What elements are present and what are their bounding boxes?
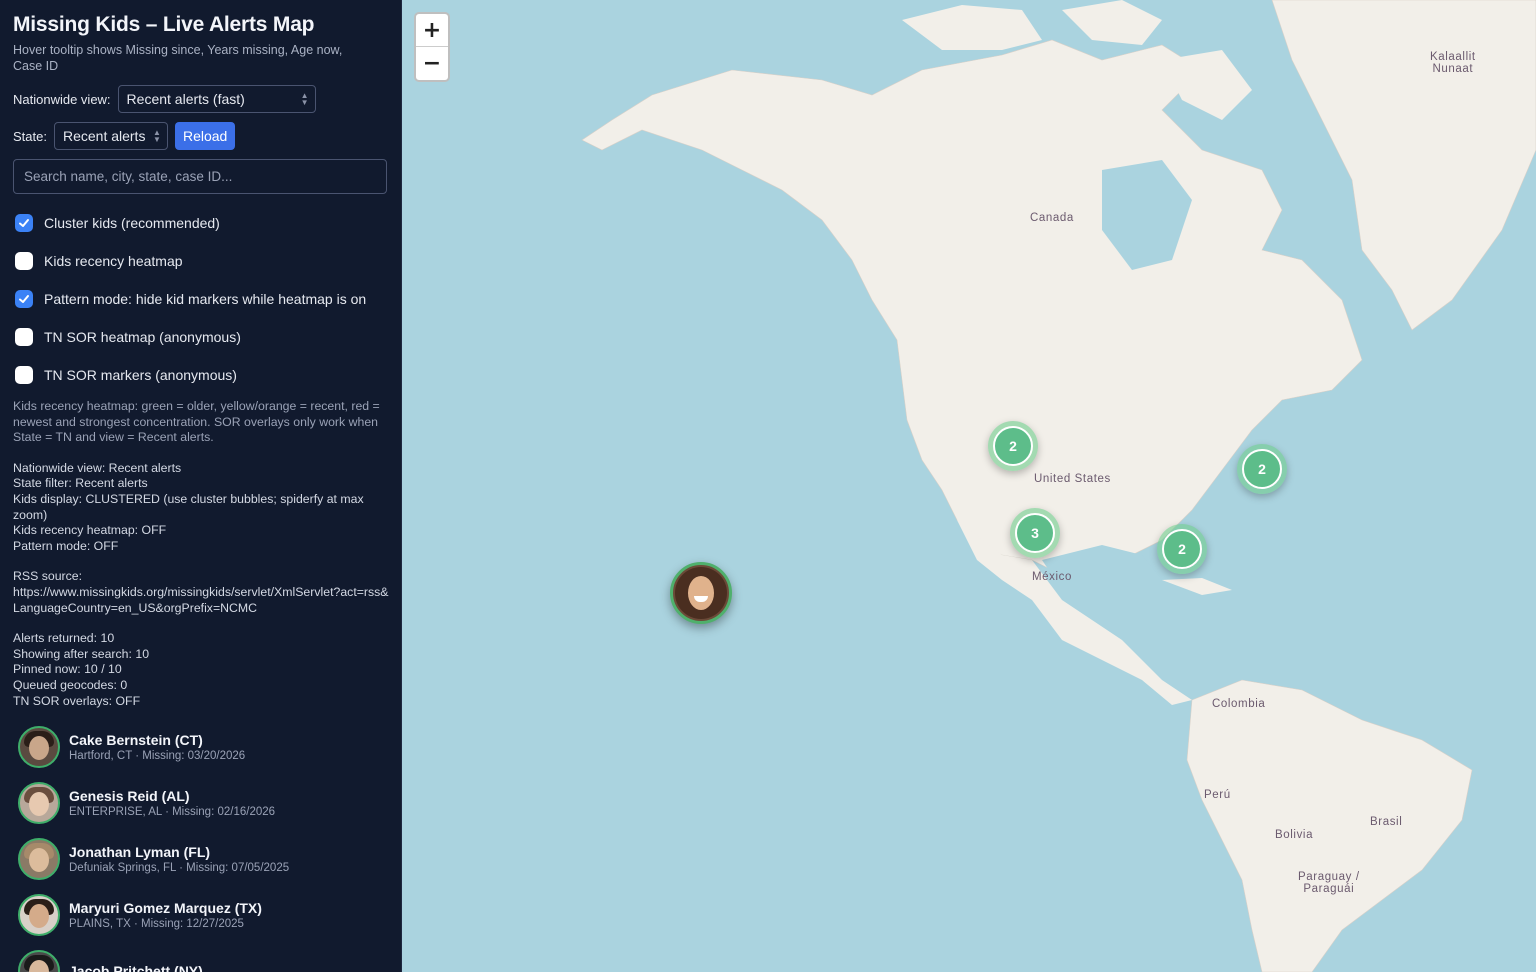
count-line: Showing after search: 10 (13, 646, 150, 661)
status-line: Pattern mode: OFF (13, 538, 119, 553)
kid-photo-marker[interactable] (670, 562, 732, 624)
photo-face (688, 576, 714, 610)
cluster-marker-east[interactable]: 2 (1237, 444, 1287, 494)
checkbox-label: TN SOR markers (anonymous) (44, 367, 237, 383)
list-item[interactable]: Jonathan Lyman (FL) Defuniak Springs, FL… (13, 831, 387, 887)
cluster-count: 3 (1015, 513, 1055, 553)
search-input[interactable] (13, 159, 387, 194)
checkbox-label: TN SOR heatmap (anonymous) (44, 329, 241, 345)
avatar (18, 950, 60, 972)
cluster-marker-mexico[interactable]: 3 (1010, 508, 1060, 558)
nationwide-label: Nationwide view: (13, 91, 111, 107)
status-line: Nationwide view: Recent alerts (13, 460, 182, 475)
cluster-marker-florida[interactable]: 2 (1157, 524, 1207, 574)
avatar (18, 838, 60, 881)
checkbox-unchecked-icon[interactable] (15, 328, 33, 346)
checkbox-label: Pattern mode: hide kid markers while hea… (44, 291, 367, 307)
kid-name: Jacob Pritchett (NY) (69, 962, 203, 972)
nationwide-select-value: Recent alerts (fast) (126, 91, 245, 107)
kid-name: Maryuri Gomez Marquez (TX) (69, 899, 262, 916)
checkbox-checked-icon[interactable] (15, 214, 33, 232)
kid-meta: Hartford, CT · Missing: 03/20/2026 (69, 749, 246, 762)
kid-name: Jonathan Lyman (FL) (69, 843, 211, 860)
map-label-canada: Canada (1030, 212, 1074, 224)
list-item[interactable]: Cake Bernstein (CT) Hartford, CT · Missi… (13, 719, 387, 775)
checkbox-cluster-kids[interactable]: Cluster kids (recommended) (13, 204, 387, 242)
cluster-count: 2 (1162, 529, 1202, 569)
avatar (18, 894, 60, 937)
nationwide-row: Nationwide view: Recent alerts (fast) ▲ ▼ (13, 85, 387, 113)
kid-name: Cake Bernstein (CT) (69, 731, 203, 748)
list-item[interactable]: Maryuri Gomez Marquez (TX) PLAINS, TX · … (13, 887, 387, 943)
page-title: Missing Kids – Live Alerts Map (13, 13, 315, 36)
status-line: Kids display: CLUSTERED (use cluster bub… (13, 491, 364, 522)
rss-label: RSS source: (13, 569, 83, 584)
map-label-peru: Perú (1204, 789, 1231, 801)
kid-meta: ENTERPRISE, AL · Missing: 02/16/2026 (69, 805, 276, 818)
map-label-paraguay: Paraguay / Paraguái (1298, 871, 1360, 895)
map-label-greenland: Kalaallit Nunaat (1430, 51, 1476, 75)
reload-button[interactable]: Reload (174, 122, 236, 150)
kid-meta: PLAINS, TX · Missing: 12/27/2025 (69, 917, 244, 930)
avatar (18, 726, 60, 769)
state-label: State: (13, 128, 47, 144)
zoom-control: + − (414, 12, 450, 82)
state-row: State: Recent alerts ▲ ▼ Reload (13, 122, 387, 150)
kid-meta: Defuniak Springs, FL · Missing: 07/05/20… (69, 861, 290, 874)
page-subtitle: Hover tooltip shows Missing since, Years… (13, 43, 343, 73)
cluster-count: 2 (993, 426, 1033, 466)
checkbox-kids-heatmap[interactable]: Kids recency heatmap (13, 242, 387, 280)
nationwide-select[interactable]: Recent alerts (fast) ▲ ▼ (117, 85, 316, 113)
list-item[interactable]: Jacob Pritchett (NY) (13, 943, 387, 972)
counts-block: Alerts returned: 10 Showing after search… (13, 631, 387, 709)
kid-name: Genesis Reid (AL) (69, 787, 190, 804)
map-label-us: United States (1034, 473, 1111, 485)
cluster-marker-west[interactable]: 2 (988, 421, 1038, 471)
checkbox-tn-sor-markers[interactable]: TN SOR markers (anonymous) (13, 356, 387, 394)
cluster-count: 2 (1242, 449, 1282, 489)
checkbox-unchecked-icon[interactable] (15, 252, 33, 270)
zoom-in-button[interactable]: + (416, 14, 448, 47)
status-block: Nationwide view: Recent alerts State fil… (13, 461, 387, 555)
state-select[interactable]: Recent alerts ▲ ▼ (53, 122, 168, 150)
map-label-mexico: México (1032, 571, 1073, 583)
select-arrows-icon: ▲ ▼ (300, 91, 309, 107)
zoom-out-button[interactable]: − (416, 47, 448, 80)
checkbox-tn-sor-heatmap[interactable]: TN SOR heatmap (anonymous) (13, 318, 387, 356)
map-label-bolivia: Bolivia (1275, 829, 1314, 841)
checkbox-label: Cluster kids (recommended) (44, 215, 220, 231)
status-line: Kids recency heatmap: OFF (13, 523, 167, 538)
status-line: State filter: Recent alerts (13, 476, 148, 491)
state-select-value: Recent alerts (62, 128, 146, 144)
sidebar: Missing Kids – Live Alerts Map Hover too… (0, 0, 402, 972)
kids-list: Cake Bernstein (CT) Hartford, CT · Missi… (13, 719, 387, 972)
count-line: TN SOR overlays: OFF (13, 693, 141, 708)
count-line: Queued geocodes: 0 (13, 677, 128, 692)
count-line: Alerts returned: 10 (13, 631, 115, 646)
heatmap-note: Kids recency heatmap: green = older, yel… (13, 399, 380, 445)
rss-block: RSS source: https://www.missingkids.org/… (13, 569, 389, 616)
checkbox-pattern-mode[interactable]: Pattern mode: hide kid markers while hea… (13, 280, 387, 318)
select-arrows-icon: ▲ ▼ (153, 128, 161, 144)
map-label-brasil: Brasil (1370, 816, 1403, 828)
avatar (18, 782, 60, 825)
map-label-colombia: Colombia (1212, 698, 1266, 710)
basemap (581, 0, 1536, 972)
rss-url: https://www.missingkids.org/missingkids/… (13, 584, 389, 615)
checkbox-label: Kids recency heatmap (44, 253, 183, 269)
count-line: Pinned now: 10 / 10 (13, 662, 122, 677)
list-item[interactable]: Genesis Reid (AL) ENTERPRISE, AL · Missi… (13, 775, 387, 831)
map-canvas[interactable]: + − Kalaallit Nunaat Canada United State… (402, 0, 1536, 972)
checkbox-checked-icon[interactable] (15, 290, 33, 308)
checkbox-unchecked-icon[interactable] (15, 366, 33, 384)
options-list: Cluster kids (recommended) Kids recency … (13, 204, 387, 394)
